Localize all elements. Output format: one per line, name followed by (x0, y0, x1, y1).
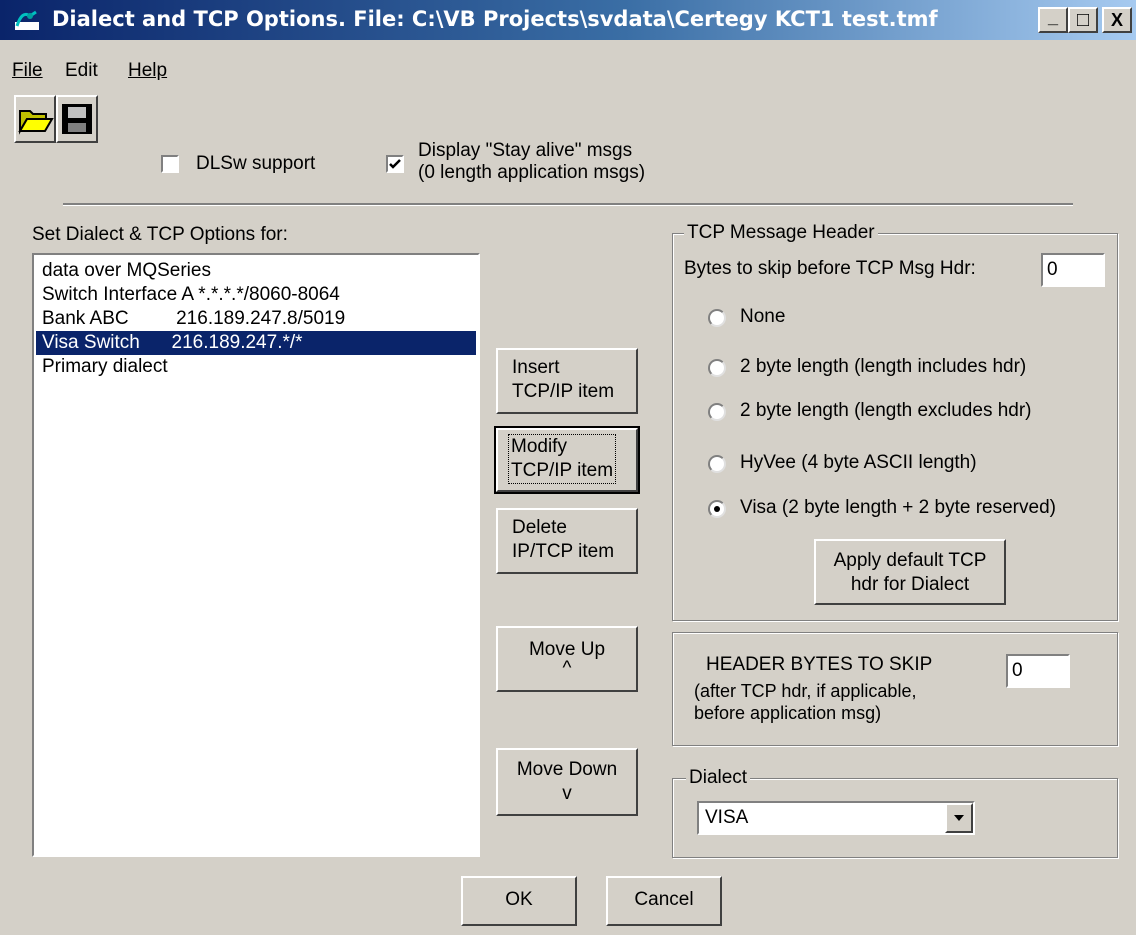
modify-line2: TCP/IP item (511, 460, 614, 481)
radio-dot-icon (714, 506, 720, 512)
menu-file[interactable]: File (12, 60, 43, 82)
delete-line2: IP/TCP item (512, 541, 615, 562)
radio-none[interactable] (708, 309, 726, 327)
dlsw-checkbox[interactable] (161, 155, 179, 173)
stay-alive-label-line2: (0 length application msgs) (418, 162, 646, 183)
cancel-button[interactable]: Cancel (606, 876, 722, 926)
skip-before-label: Bytes to skip before TCP Msg Hdr: (684, 258, 976, 279)
dialect-dropdown-button[interactable] (945, 803, 973, 833)
move-up-line2: ^ (562, 658, 572, 679)
delete-iptcp-button[interactable]: Delete IP/TCP item (496, 508, 638, 574)
folder-open-icon (18, 110, 54, 135)
menu-file-label: File (12, 60, 43, 81)
dlsw-label: DLSw support (196, 153, 316, 174)
list-label: Set Dialect & TCP Options for: (32, 224, 288, 245)
window-title: Dialect and TCP Options. File: C:\VB Pro… (52, 7, 938, 31)
radio-2byte-excludes-label: 2 byte length (length excludes hdr) (740, 400, 1032, 421)
modify-focus: Modify TCP/IP item (508, 434, 617, 484)
ok-button[interactable]: OK (461, 876, 577, 926)
menu-help-label: Help (128, 60, 168, 81)
stay-alive-label: Display "Stay alive" msgs (0 length appl… (418, 140, 645, 184)
radio-2byte-includes-label: 2 byte length (length includes hdr) (740, 356, 1027, 377)
apply-line1: Apply default TCP (833, 550, 987, 571)
radio-hyvee[interactable] (708, 455, 726, 473)
insert-line2: TCP/IP item (512, 381, 615, 402)
radio-visa[interactable] (708, 500, 726, 518)
menu-help[interactable]: Help (128, 60, 167, 82)
apply-default-tcp-button[interactable]: Apply default TCP hdr for Dialect (814, 539, 1006, 605)
header-skip-title: HEADER BYTES TO SKIP (706, 654, 933, 675)
tcp-header-title: TCP Message Header (684, 222, 878, 244)
apply-line2: hdr for Dialect (850, 574, 970, 595)
stay-alive-label-line1: Display "Stay alive" msgs (418, 140, 633, 161)
move-up-button[interactable]: Move Up ^ (496, 626, 638, 692)
menu-edit-label: Edit (65, 60, 98, 81)
delete-line1: Delete (512, 517, 567, 538)
save-file-button[interactable] (56, 95, 98, 143)
separator (63, 203, 1073, 206)
list-item[interactable]: Primary dialect (36, 355, 476, 379)
stay-alive-checkbox[interactable] (386, 155, 404, 173)
dialect-title: Dialect (686, 767, 751, 789)
dialect-select[interactable]: VISA (697, 801, 975, 835)
minimize-icon: _ (1047, 6, 1058, 27)
move-down-button[interactable]: Move Down v (496, 748, 638, 816)
check-icon (389, 159, 401, 169)
list-item[interactable]: data over MQSeries (36, 259, 476, 283)
radio-none-label: None (740, 306, 786, 327)
radio-2byte-includes[interactable] (708, 359, 726, 377)
insert-line1: Insert (512, 357, 560, 378)
skip-before-input[interactable] (1041, 253, 1105, 287)
chevron-down-icon (954, 815, 964, 821)
insert-tcpip-button[interactable]: Insert TCP/IP item (496, 348, 638, 414)
move-down-line1: Move Down (516, 759, 618, 780)
modify-tcpip-button[interactable]: Modify TCP/IP item (494, 426, 640, 494)
radio-2byte-excludes[interactable] (708, 403, 726, 421)
radio-visa-label: Visa (2 byte length + 2 byte reserved) (740, 497, 1056, 518)
minimize-button[interactable]: _ (1038, 7, 1068, 33)
dialect-listbox[interactable]: data over MQSeries Switch Interface A *.… (32, 253, 480, 857)
floppy-disk-icon (62, 104, 92, 134)
header-skip-note-line2: before application msg) (694, 703, 882, 723)
modify-line1: Modify (511, 436, 567, 457)
close-icon: X (1110, 9, 1123, 30)
menu-edit[interactable]: Edit (65, 60, 98, 82)
header-skip-note-line1: (after TCP hdr, if applicable, (694, 681, 917, 701)
move-down-line2: v (562, 783, 572, 804)
app-icon (15, 10, 39, 30)
list-item[interactable]: Switch Interface A *.*.*.*/8060-8064 (36, 283, 476, 307)
close-button[interactable]: X (1102, 7, 1132, 33)
maximize-icon: □ (1076, 8, 1090, 31)
open-file-button[interactable] (14, 95, 56, 143)
header-skip-note: (after TCP hdr, if applicable, before ap… (694, 680, 916, 724)
radio-hyvee-label: HyVee (4 byte ASCII length) (740, 452, 977, 473)
list-item-selected[interactable]: Visa Switch 216.189.247.*/* (36, 331, 476, 355)
header-skip-input[interactable] (1006, 654, 1070, 688)
maximize-button[interactable]: □ (1068, 7, 1098, 33)
list-item[interactable]: Bank ABC 216.189.247.8/5019 (36, 307, 476, 331)
dialect-select-value: VISA (705, 807, 749, 828)
